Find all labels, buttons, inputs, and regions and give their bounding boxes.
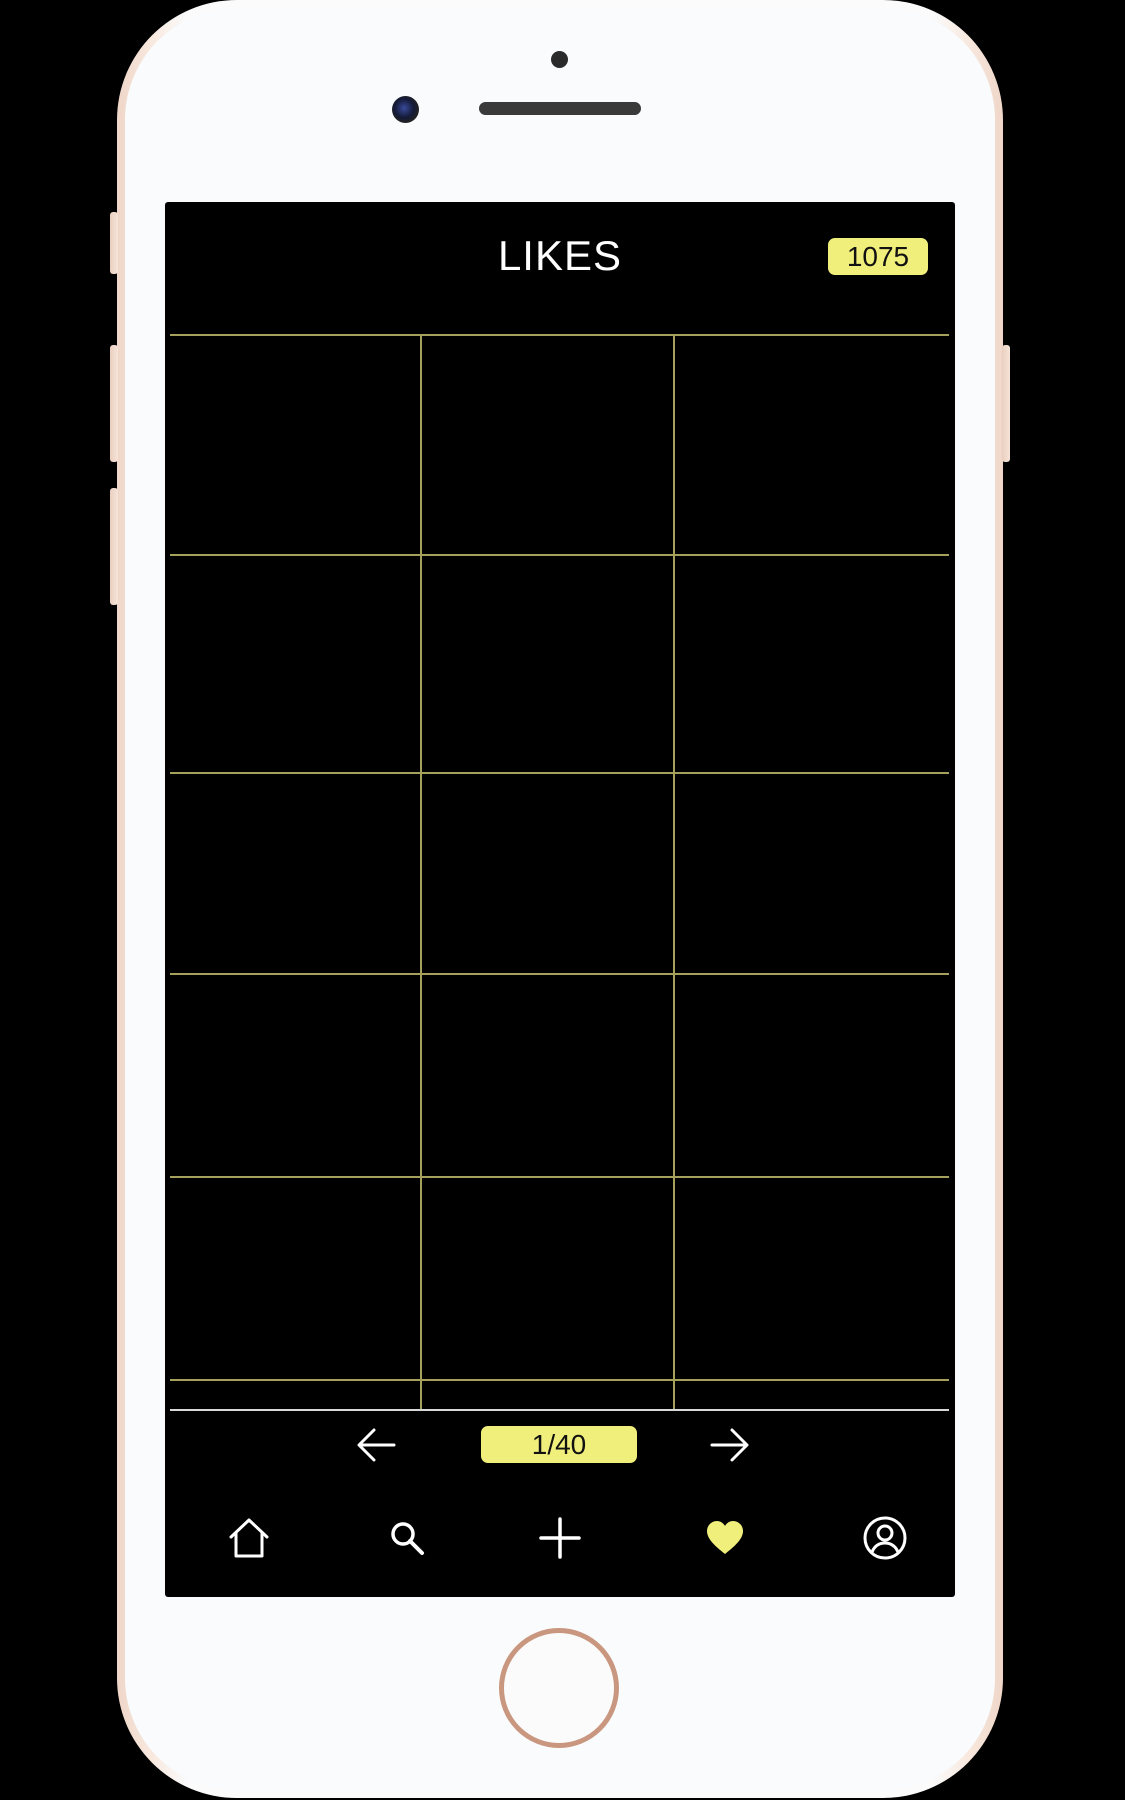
- grid-cell[interactable]: [675, 975, 949, 1176]
- grid-cell[interactable]: [170, 774, 420, 973]
- grid-cell[interactable]: [422, 975, 673, 1176]
- plus-icon: [538, 1516, 582, 1565]
- power-button: [1002, 345, 1010, 462]
- app-screen: LIKES 1075 1/40: [165, 202, 955, 1597]
- grid-cell[interactable]: [422, 336, 673, 554]
- mute-switch: [110, 212, 118, 274]
- search-icon: [388, 1519, 426, 1562]
- nav-home-button[interactable]: [221, 1512, 277, 1568]
- front-camera: [392, 96, 419, 123]
- next-page-button[interactable]: [705, 1422, 755, 1472]
- home-hardware-button[interactable]: [499, 1628, 619, 1748]
- grid-cell[interactable]: [675, 336, 949, 554]
- nav-likes-button[interactable]: [697, 1512, 753, 1568]
- grid-cell[interactable]: [422, 1178, 673, 1379]
- nav-profile-button[interactable]: [857, 1512, 913, 1568]
- likes-grid: [170, 334, 949, 1409]
- nav-search-button[interactable]: [379, 1512, 435, 1568]
- grid-cell[interactable]: [422, 556, 673, 772]
- arrow-left-icon: [356, 1427, 396, 1468]
- grid-cell[interactable]: [170, 336, 420, 554]
- page: LIKES 1075 1/40: [0, 0, 1125, 1800]
- arrow-right-icon: [710, 1427, 750, 1468]
- proximity-sensor: [551, 51, 568, 68]
- home-icon: [227, 1517, 271, 1564]
- page-indicator: 1/40: [481, 1426, 637, 1463]
- grid-cell[interactable]: [170, 556, 420, 772]
- volume-down-button: [110, 488, 118, 605]
- grid-cell[interactable]: [170, 1178, 420, 1379]
- volume-up-button: [110, 345, 118, 462]
- heart-icon: [705, 1520, 745, 1561]
- grid-cell[interactable]: [170, 975, 420, 1176]
- grid-line: [170, 1379, 949, 1381]
- grid-bottom-divider: [170, 1409, 949, 1411]
- previous-page-button[interactable]: [351, 1422, 401, 1472]
- likes-count-badge: 1075: [828, 238, 928, 275]
- grid-cell[interactable]: [422, 774, 673, 973]
- grid-cell[interactable]: [675, 556, 949, 772]
- grid-cell[interactable]: [675, 1178, 949, 1379]
- earpiece-speaker: [479, 102, 641, 115]
- grid-cell[interactable]: [675, 774, 949, 973]
- nav-add-button[interactable]: [532, 1512, 588, 1568]
- profile-icon: [862, 1515, 908, 1566]
